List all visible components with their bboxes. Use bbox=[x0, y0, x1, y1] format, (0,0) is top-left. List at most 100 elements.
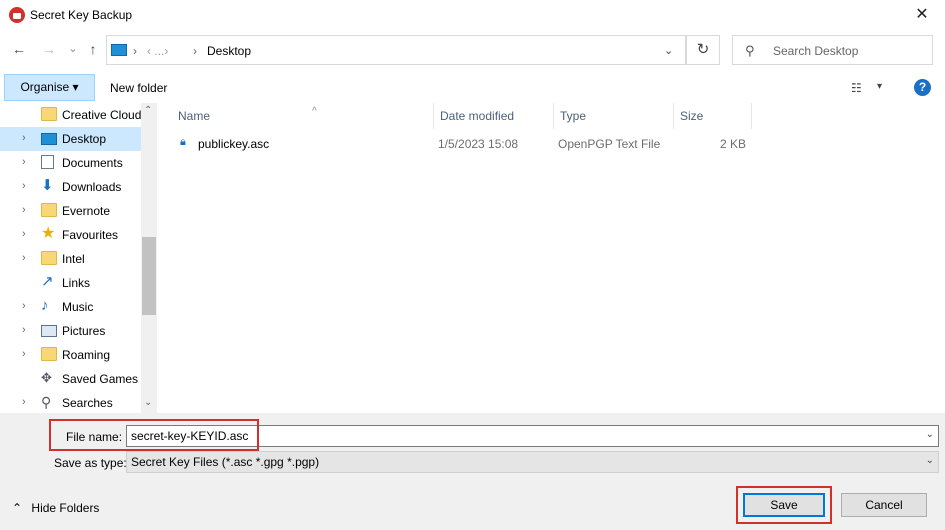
expand-chevron-icon[interactable]: › bbox=[22, 180, 26, 192]
scroll-up-icon[interactable]: ⌃ bbox=[144, 105, 152, 116]
sidebar-item-label: Searches bbox=[62, 396, 113, 410]
sidebar-item-label: Desktop bbox=[62, 132, 107, 146]
sidebar-item-searches[interactable]: › ⚲ Searches bbox=[0, 391, 141, 413]
sidebar-item-label: Roaming bbox=[62, 348, 111, 362]
sidebar-item-label: Saved Games bbox=[62, 372, 139, 386]
file-date: 1/5/2023 15:08 bbox=[438, 137, 519, 151]
column-header-date-modified[interactable]: Date modified bbox=[434, 103, 554, 129]
folder-icon bbox=[41, 347, 57, 361]
expand-chevron-icon[interactable]: › bbox=[22, 348, 26, 360]
sidebar-item-music[interactable]: › ♪ Music bbox=[0, 295, 141, 319]
recent-locations-button[interactable]: ⌄ bbox=[64, 40, 82, 58]
cancel-button[interactable]: Cancel bbox=[841, 493, 927, 517]
expand-chevron-icon[interactable]: › bbox=[22, 252, 26, 264]
sidebar-item-intel[interactable]: › Intel bbox=[0, 247, 141, 271]
window-title: Secret Key Backup bbox=[30, 8, 133, 22]
file-name-dropdown-icon[interactable]: ⌄ bbox=[926, 429, 934, 440]
sidebar-item-pictures[interactable]: › Pictures bbox=[0, 319, 141, 343]
searches-icon: ⚲ bbox=[41, 394, 52, 410]
file-size: 2 KB bbox=[720, 137, 747, 151]
navigation-pane-scrollbar[interactable]: ⌃ ⌄ bbox=[141, 103, 157, 413]
search-input[interactable]: ⚲ Search Desktop bbox=[732, 35, 933, 65]
navigation-bar: ← → ⌄ ↑ › ‹ ...› › Desktop ⌄ ↻ ⚲ Search … bbox=[0, 34, 945, 66]
file-list: Name ^ Date modified Type Size 🔒︎ public… bbox=[158, 103, 945, 413]
organise-button[interactable]: Organise ▾ bbox=[4, 74, 95, 101]
sidebar-item-label: Evernote bbox=[62, 204, 111, 218]
sidebar-item-label: Intel bbox=[62, 252, 85, 266]
close-button[interactable]: ✕ bbox=[899, 0, 945, 30]
view-dropdown-icon[interactable]: ▾ bbox=[877, 81, 882, 92]
sidebar-item-label: Creative Cloud bbox=[62, 108, 142, 122]
breadcrumb-current[interactable]: Desktop bbox=[207, 44, 251, 58]
expand-chevron-icon[interactable]: › bbox=[22, 324, 26, 336]
address-bar[interactable]: › ‹ ...› › Desktop ⌄ bbox=[106, 35, 686, 65]
asc-file-icon: 🔒︎ bbox=[180, 136, 186, 148]
up-button[interactable]: ↑ bbox=[84, 40, 102, 58]
favourites-icon: ★ bbox=[41, 225, 56, 242]
help-icon[interactable]: ? bbox=[914, 79, 931, 96]
file-name: publickey.asc bbox=[198, 137, 270, 151]
breadcrumb-hidden-path[interactable]: ‹ ...› bbox=[147, 44, 168, 58]
refresh-button[interactable]: ↻ bbox=[686, 35, 720, 65]
saved-games-icon: ✥ bbox=[41, 370, 52, 385]
downloads-icon: ⬇ bbox=[41, 177, 54, 194]
save-type-dropdown-icon[interactable]: ⌄ bbox=[926, 455, 934, 466]
forward-button[interactable]: → bbox=[40, 40, 58, 58]
search-placeholder: Search Desktop bbox=[773, 44, 859, 58]
sidebar-item-downloads[interactable]: › ⬇ Downloads bbox=[0, 175, 141, 199]
expand-chevron-icon[interactable]: › bbox=[22, 156, 26, 168]
search-icon: ⚲ bbox=[745, 43, 755, 58]
expand-chevron-icon[interactable]: › bbox=[22, 300, 26, 312]
sidebar-item-saved-games[interactable]: ✥ Saved Games bbox=[0, 367, 141, 391]
new-folder-button[interactable]: New folder bbox=[110, 81, 167, 95]
creative-cloud-icon bbox=[41, 107, 57, 121]
file-row[interactable]: 🔒︎ publickey.asc 1/5/2023 15:08 OpenPGP … bbox=[178, 133, 758, 155]
column-header-size[interactable]: Size bbox=[674, 103, 752, 129]
column-header-type[interactable]: Type bbox=[554, 103, 674, 129]
sidebar-item-desktop[interactable]: › Desktop bbox=[0, 127, 141, 151]
scrollbar-thumb[interactable] bbox=[142, 237, 156, 315]
sidebar-item-label: Links bbox=[62, 276, 91, 290]
column-header-label: Name bbox=[178, 109, 211, 123]
scroll-down-icon[interactable]: ⌄ bbox=[144, 397, 152, 408]
sidebar-item-label: Music bbox=[62, 300, 94, 314]
view-options-icon[interactable]: ☷ bbox=[851, 81, 862, 95]
navigation-pane: Creative Cloud › Desktop › Documents › ⬇… bbox=[0, 103, 157, 413]
title-bar: Secret Key Backup ✕ bbox=[0, 0, 945, 30]
music-icon: ♪ bbox=[41, 297, 49, 314]
hide-folders-chevron-icon: ⌃ bbox=[12, 501, 23, 515]
folder-icon bbox=[41, 203, 57, 217]
sidebar-item-favourites[interactable]: › ★ Favourites bbox=[0, 223, 141, 247]
file-type: OpenPGP Text File bbox=[558, 137, 661, 151]
folder-icon bbox=[41, 251, 57, 265]
sidebar-item-roaming[interactable]: › Roaming bbox=[0, 343, 141, 367]
sidebar-item-creative-cloud[interactable]: Creative Cloud bbox=[0, 103, 141, 127]
breadcrumb-separator[interactable]: › bbox=[193, 44, 197, 58]
expand-chevron-icon[interactable]: › bbox=[22, 132, 26, 144]
save-type-label: Save as type: bbox=[54, 456, 127, 470]
app-icon bbox=[9, 7, 25, 23]
hide-folders-button[interactable]: ⌃ Hide Folders bbox=[12, 501, 99, 515]
command-bar: Organise ▾ New folder ☷ ▾ ? bbox=[0, 73, 945, 103]
save-type-select[interactable]: Secret Key Files (*.asc *.gpg *.pgp) ⌄ bbox=[126, 451, 939, 473]
expand-chevron-icon[interactable]: › bbox=[22, 396, 26, 408]
save-options-panel: File name: secret-key-KEYID.asc ⌄ Save a… bbox=[0, 413, 945, 530]
expand-chevron-icon[interactable]: › bbox=[22, 228, 26, 240]
sidebar-item-label: Downloads bbox=[62, 180, 122, 194]
sidebar-item-documents[interactable]: › Documents bbox=[0, 151, 141, 175]
sidebar-item-evernote[interactable]: › Evernote bbox=[0, 199, 141, 223]
sidebar-item-links[interactable]: ↗ Links bbox=[0, 271, 141, 295]
expand-chevron-icon[interactable]: › bbox=[22, 204, 26, 216]
desktop-icon bbox=[41, 133, 57, 145]
breadcrumb-separator[interactable]: › bbox=[133, 44, 137, 58]
sidebar-item-label: Documents bbox=[62, 156, 123, 170]
back-button[interactable]: ← bbox=[10, 40, 28, 58]
hide-folders-label: Hide Folders bbox=[31, 501, 100, 515]
save-type-value: Secret Key Files (*.asc *.gpg *.pgp) bbox=[131, 455, 320, 469]
this-pc-icon bbox=[111, 44, 127, 56]
save-button-highlight bbox=[736, 486, 832, 524]
links-icon: ↗ bbox=[41, 273, 54, 290]
address-dropdown-icon[interactable]: ⌄ bbox=[664, 44, 673, 57]
column-header-name[interactable]: Name ^ bbox=[172, 103, 434, 129]
file-name-highlight bbox=[49, 419, 259, 451]
